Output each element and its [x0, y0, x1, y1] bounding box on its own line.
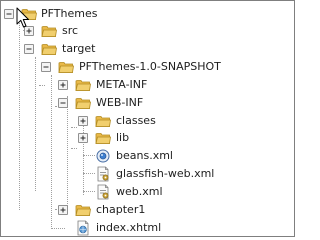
tree-item-label: WEB-INF — [96, 96, 144, 109]
collapse-toggle-icon[interactable] — [41, 62, 51, 72]
tree-item-meta-inf[interactable]: META-INF — [1, 75, 201, 95]
folder-icon — [75, 95, 91, 111]
expand-toggle-icon[interactable] — [78, 133, 88, 143]
collapse-toggle-icon[interactable] — [58, 98, 68, 108]
expand-toggle-icon[interactable] — [58, 205, 68, 215]
mouse-pointer-icon — [16, 7, 29, 28]
tree-item-src[interactable]: src — [1, 21, 201, 41]
tree-item-target[interactable]: target — [1, 39, 201, 59]
tree-item-beans-xml[interactable]: beans.xml — [1, 146, 201, 166]
tree-item-label: META-INF — [96, 78, 148, 91]
project-tree-panel: PFThemes src target PFThemes-1.0-SNAPSHO… — [0, 0, 295, 237]
tree-item-label: PFThemes-1.0-SNAPSHOT — [79, 60, 221, 73]
folder-icon — [58, 59, 74, 75]
tree-item-label: chapter1 — [96, 203, 146, 216]
tree-item-label: lib — [116, 131, 130, 144]
xml-config-file-icon — [95, 166, 111, 182]
folder-icon — [75, 202, 91, 218]
tree-item-glassfish-web-xml[interactable]: glassfish-web.xml — [1, 164, 241, 184]
xhtml-file-icon — [75, 220, 91, 236]
folder-icon — [41, 41, 57, 57]
expand-toggle-icon[interactable] — [78, 116, 88, 126]
folder-icon — [95, 130, 111, 146]
folder-icon — [95, 113, 111, 129]
tree-item-index-xhtml[interactable]: index.xhtml — [1, 218, 201, 236]
tree-item-web-inf[interactable]: WEB-INF — [1, 93, 201, 113]
folder-icon — [41, 23, 57, 39]
tree-item-label: src — [62, 24, 79, 37]
tree-item-label: web.xml — [116, 185, 163, 198]
xml-config-file-icon — [95, 184, 111, 200]
tree-item-label: index.xhtml — [96, 221, 162, 234]
tree-item-web-xml[interactable]: web.xml — [1, 182, 201, 202]
tree-item-label: target — [62, 42, 96, 55]
tree-item-lib[interactable]: lib — [1, 128, 201, 148]
tree-item-label: glassfish-web.xml — [116, 167, 215, 180]
tree-item-pfthemes-snapshot[interactable]: PFThemes-1.0-SNAPSHOT — [1, 57, 261, 77]
expand-toggle-icon[interactable] — [58, 80, 68, 90]
folder-icon — [75, 77, 91, 93]
beans-xml-icon — [95, 148, 111, 164]
collapse-toggle-icon[interactable] — [24, 44, 34, 54]
collapse-toggle-icon[interactable] — [4, 9, 14, 19]
tree-item-chapter1[interactable]: chapter1 — [1, 200, 201, 220]
tree-item-label: beans.xml — [116, 149, 173, 162]
